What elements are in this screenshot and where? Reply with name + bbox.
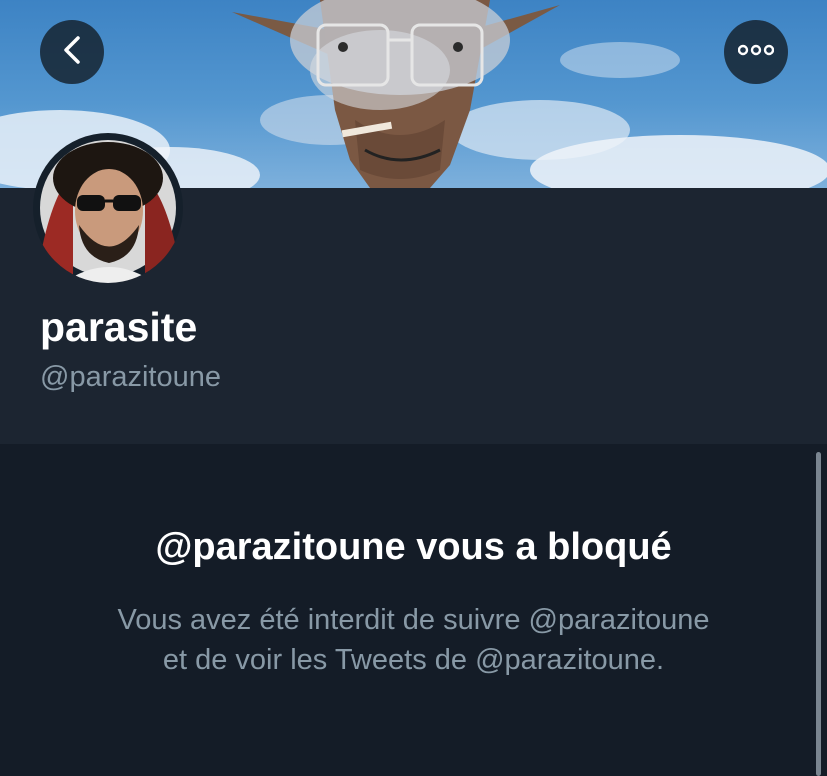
blocked-description-line-2: et de voir les Tweets de @parazitoune. [162, 644, 665, 676]
more-options-button[interactable] [724, 20, 788, 84]
chevron-left-icon [61, 35, 83, 70]
blocked-title: @parazitoune vous a bloqué [155, 526, 672, 568]
blocked-description-line-1: Vous avez été interdit de suivre @parazi… [117, 604, 710, 636]
avatar[interactable] [33, 133, 183, 283]
more-options-icon [737, 43, 775, 61]
username-handle: @parazitoune [40, 361, 221, 393]
avatar-photo [40, 140, 176, 283]
display-name: parasite [40, 304, 198, 350]
blocked-description: Vous avez été interdit de suivre @parazi… [0, 600, 827, 680]
back-button[interactable] [40, 20, 104, 84]
scrollbar[interactable] [816, 452, 821, 776]
